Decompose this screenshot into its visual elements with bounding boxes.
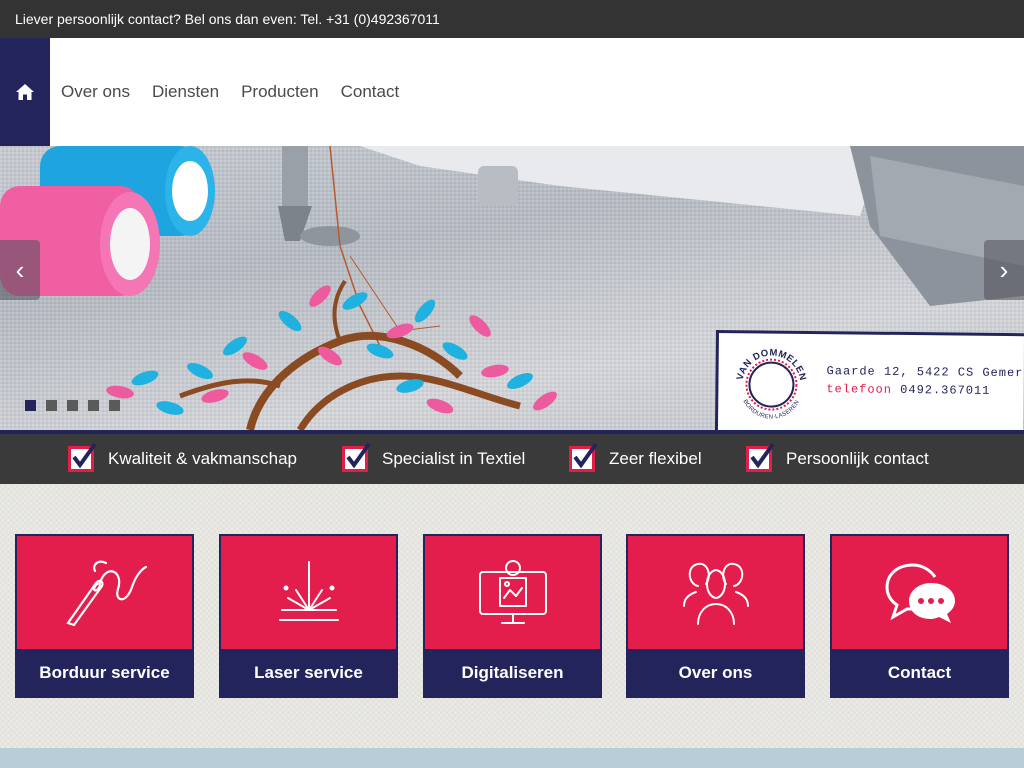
slider-dot-5[interactable]: [109, 400, 120, 411]
slider-dot-1[interactable]: [25, 400, 36, 411]
laser-burst-icon: [278, 560, 339, 621]
company-address: Gaarde 12, 5422 CS Gemert: [826, 364, 1024, 381]
nav-item-over-ons[interactable]: Over ons: [61, 82, 130, 102]
service-card-icon-area: [221, 536, 396, 649]
contact-topbar: Liever persoonlijk contact? Bel ons dan …: [0, 0, 1024, 38]
chat-bubble-icon: [884, 563, 955, 623]
company-logo-card: VAN DOMMELEN BORDUREN·LASEREN Gaarde 12,…: [714, 330, 1024, 430]
contact-topbar-text: Liever persoonlijk contact? Bel ons dan …: [15, 11, 440, 27]
service-card-contact[interactable]: Contact: [830, 534, 1009, 698]
service-card-icon-area: [628, 536, 803, 649]
feature-persoonlijk: Persoonlijk contact: [746, 434, 929, 484]
nav-item-contact[interactable]: Contact: [341, 82, 400, 102]
feature-label: Persoonlijk contact: [786, 449, 929, 468]
service-card-label: Laser service: [254, 662, 363, 682]
features-bar: Kwaliteit & vakmanschap Specialist in Te…: [0, 430, 1024, 484]
home-icon: [16, 84, 34, 100]
slider-dot-3[interactable]: [67, 400, 78, 411]
feature-kwaliteit: Kwaliteit & vakmanschap: [68, 434, 297, 484]
checkbox-checked-icon: [342, 442, 371, 472]
company-phone-number: 0492.367011: [900, 382, 991, 398]
checkbox-checked-icon: [746, 442, 775, 472]
hero-slider: ‹ › VAN DOMMELEN BORDUREN·LASEREN Gaarde…: [0, 146, 1024, 430]
service-card-digitaliseren[interactable]: Digitaliseren: [423, 534, 602, 698]
checkbox-checked-icon: [68, 442, 97, 472]
feature-specialist: Specialist in Textiel: [342, 434, 525, 484]
service-card-label: Digitaliseren: [461, 662, 564, 682]
slider-dots: [25, 400, 120, 411]
service-card-icon-area: [425, 536, 600, 649]
people-icon: [682, 562, 749, 625]
needle-thread-icon: [65, 560, 147, 626]
slider-dot-4[interactable]: [88, 400, 99, 411]
monitor-design-icon: [478, 559, 547, 624]
company-seal-logo: VAN DOMMELEN BORDUREN·LASEREN: [735, 347, 809, 421]
slider-prev-button[interactable]: ‹: [0, 240, 40, 300]
company-phone-label: telefoon: [826, 382, 893, 397]
nav-item-producten[interactable]: Producten: [241, 82, 319, 102]
footer-strip: [0, 748, 1024, 768]
home-button[interactable]: [0, 38, 50, 146]
company-phone: telefoon 0492.367011: [826, 382, 990, 398]
feature-label: Specialist in Textiel: [382, 449, 526, 468]
service-card-label: Over ons: [678, 662, 753, 682]
services-section: Borduur service Laser service Digitalise…: [0, 484, 1024, 748]
service-card-label: Contact: [887, 662, 952, 682]
service-card-laser[interactable]: Laser service: [219, 534, 398, 698]
feature-flexibel: Zeer flexibel: [569, 434, 702, 484]
chevron-left-icon: ‹: [15, 254, 25, 285]
slider-dot-2[interactable]: [46, 400, 57, 411]
nav-item-diensten[interactable]: Diensten: [152, 82, 219, 102]
nav-menu: Over ons Diensten Producten Contact: [61, 38, 421, 146]
embroidered-tree: [106, 279, 557, 430]
service-card-over-ons[interactable]: Over ons: [626, 534, 805, 698]
feature-label: Zeer flexibel: [609, 449, 702, 468]
main-navigation: Over ons Diensten Producten Contact: [0, 38, 1024, 146]
slider-next-button[interactable]: ›: [984, 240, 1024, 300]
checkbox-checked-icon: [569, 442, 598, 472]
service-card-label: Borduur service: [39, 662, 170, 682]
chevron-right-icon: ›: [999, 254, 1009, 285]
service-card-icon-area: [17, 536, 192, 649]
feature-label: Kwaliteit & vakmanschap: [108, 449, 297, 468]
service-card-icon-area: [832, 536, 1007, 649]
service-card-borduur[interactable]: Borduur service: [15, 534, 194, 698]
